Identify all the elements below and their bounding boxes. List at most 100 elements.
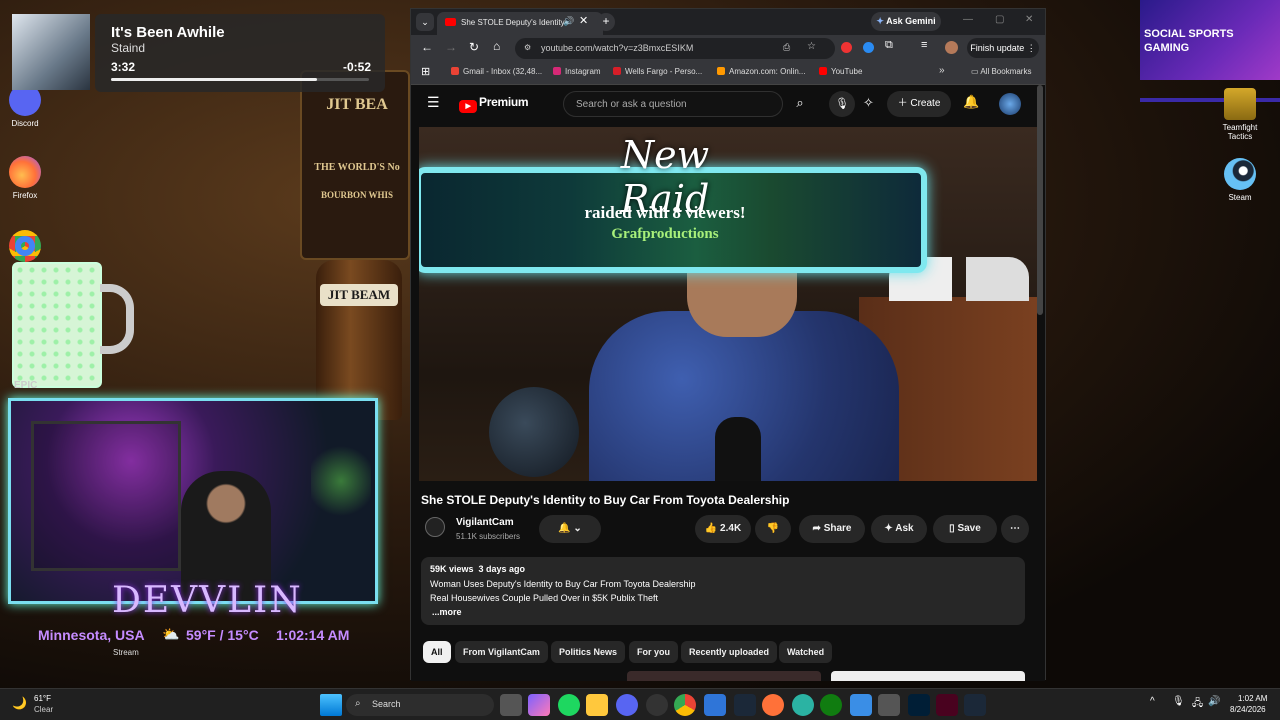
desktop-icon-discord[interactable]: Discord — [0, 84, 55, 128]
bookmark-instagram[interactable]: Instagram — [553, 67, 601, 76]
share-button[interactable]: ➦ Share — [799, 515, 865, 543]
profile-avatar[interactable] — [945, 41, 958, 54]
weather-moon-icon[interactable]: 🌙 — [12, 696, 27, 710]
photoshop-icon[interactable] — [908, 694, 930, 716]
taskbar-search[interactable]: ⌕ Search — [346, 694, 494, 716]
ai-icon[interactable]: ✧ — [863, 95, 874, 111]
finish-update-button[interactable]: Finish update ⋮ — [967, 38, 1039, 58]
notifications-bell-icon[interactable]: 🔔 — [963, 94, 979, 110]
show-more-link[interactable]: ...more — [432, 607, 462, 617]
create-button[interactable]: ＋ Create — [887, 91, 951, 117]
discord-taskbar-icon[interactable] — [616, 694, 638, 716]
taskbar-date[interactable]: 8/24/2026 — [1230, 705, 1266, 714]
home-icon[interactable]: ⌂ — [493, 39, 500, 53]
minimize-button[interactable]: — — [963, 14, 973, 25]
ask-gemini-button[interactable]: ✦ Ask Gemini — [871, 12, 941, 31]
tab-search-button[interactable]: ⌄ — [416, 13, 434, 31]
song-title: It's Been Awhile — [111, 24, 225, 41]
mug-label: EPIC — [14, 380, 38, 391]
media-icon[interactable]: ≡ — [921, 39, 927, 51]
scrollbar[interactable] — [1037, 85, 1043, 315]
new-tab-button[interactable]: + — [597, 13, 615, 31]
network-tray-icon[interactable]: 🖧 — [1192, 696, 1203, 713]
install-icon[interactable]: ⎙ — [783, 42, 790, 53]
channel-name[interactable]: VigilantCam — [456, 517, 514, 528]
tab-close-icon[interactable]: ✕ — [579, 14, 588, 27]
obs-icon[interactable] — [646, 694, 668, 716]
extensions-puzzle-icon[interactable]: ⧉ — [885, 39, 893, 52]
plus-icon: ＋ — [897, 98, 911, 109]
bookmark-youtube[interactable]: YouTube — [819, 67, 862, 76]
maximize-button[interactable]: ▢ — [995, 14, 1004, 25]
all-bookmarks[interactable]: ▭ All Bookmarks — [971, 67, 1031, 76]
apps-icon[interactable]: ⊞ — [421, 65, 430, 78]
extension-icon-red[interactable] — [841, 42, 852, 53]
tray-chevron-icon[interactable]: ^ — [1150, 696, 1155, 707]
display-icon[interactable] — [878, 694, 900, 716]
like-button[interactable]: 👍 2.4K — [695, 515, 751, 543]
chip-recently-uploaded[interactable]: Recently uploaded — [681, 641, 778, 663]
edge-icon[interactable] — [792, 694, 814, 716]
channel-avatar[interactable] — [425, 517, 445, 537]
dislike-button[interactable]: 👎 — [755, 515, 791, 543]
subscribe-bell-button[interactable]: 🔔 ⌄ — [539, 515, 601, 543]
more-actions-button[interactable]: ⋯ — [1001, 515, 1029, 543]
volume-tray-icon[interactable]: 🔊 — [1208, 696, 1220, 707]
desktop-icon-firefox[interactable]: Firefox — [0, 156, 55, 200]
reload-icon[interactable]: ↻ — [469, 40, 479, 54]
xbox-icon[interactable] — [820, 694, 842, 716]
forward-icon[interactable]: → — [445, 40, 457, 54]
bookmark-wellsfargo[interactable]: Wells Fargo - Perso... — [613, 67, 702, 76]
url-field[interactable]: ⚙ youtube.com/watch?v=z3BmxcESIKM ⎙ ☆ — [515, 38, 835, 59]
back-icon[interactable]: ← — [421, 40, 433, 54]
chip-for-you[interactable]: For you — [629, 641, 678, 663]
desktop-icon-teamfight[interactable]: Teamfight Tactics — [1210, 88, 1270, 141]
tab-audio-icon[interactable]: 🔊 — [563, 16, 574, 27]
chip-all[interactable]: All — [423, 641, 451, 663]
now-playing-widget[interactable]: It's Been Awhile Staind 3:32 -0:52 — [95, 14, 385, 92]
mic-tray-icon[interactable]: 🎙 — [1172, 696, 1185, 707]
promo-line2: GAMING — [1144, 42, 1190, 54]
taskbar-clock[interactable]: 1:02 AM — [1238, 694, 1267, 703]
raid-user: Grafproductions — [611, 226, 719, 242]
firefox-taskbar-icon[interactable] — [762, 694, 784, 716]
firefox-icon — [9, 156, 41, 188]
chip-from-channel[interactable]: From VigilantCam — [455, 641, 548, 663]
recommended-thumb-1[interactable] — [627, 671, 821, 681]
bookmarks-overflow-icon[interactable]: » — [939, 65, 945, 76]
search-button[interactable]: ⌕ — [783, 91, 817, 117]
description-line1: Woman Uses Deputy's Identity to Buy Car … — [430, 579, 696, 589]
close-window-button[interactable]: ✕ — [1025, 14, 1033, 25]
bookmark-gmail[interactable]: Gmail - Inbox (32,48... — [451, 67, 542, 76]
voice-search-icon[interactable]: 🎙 — [829, 91, 855, 117]
video-player[interactable]: New Raid raided with 8 viewers! Grafprod… — [419, 127, 1037, 481]
steam-active-icon[interactable] — [964, 694, 986, 716]
extension-icon-blue[interactable] — [863, 42, 874, 53]
bookmark-star-icon[interactable]: ☆ — [807, 41, 816, 52]
start-windows-icon[interactable] — [320, 694, 342, 716]
menu-icon[interactable]: ☰ — [427, 94, 440, 111]
steam-taskbar-icon[interactable] — [734, 694, 756, 716]
bookmark-amazon[interactable]: Amazon.com: Onlin... — [717, 67, 805, 76]
chrome-taskbar-icon[interactable] — [674, 694, 696, 716]
account-avatar[interactable] — [999, 93, 1021, 115]
search-input[interactable]: Search or ask a question — [563, 91, 783, 117]
site-info-icon: ⚙ — [524, 43, 532, 52]
store-icon[interactable] — [704, 694, 726, 716]
copilot-icon[interactable] — [528, 694, 550, 716]
all-bookmarks-label: All Bookmarks — [980, 67, 1032, 76]
photos-icon[interactable] — [850, 694, 872, 716]
file-explorer-icon[interactable] — [586, 694, 608, 716]
recommended-thumb-2[interactable] — [831, 671, 1025, 681]
task-view-icon[interactable] — [500, 694, 522, 716]
desktop-icon-steam[interactable]: Steam — [1210, 158, 1270, 202]
youtube-logo[interactable]: ▶ Premium — [459, 95, 529, 113]
chip-watched[interactable]: Watched — [779, 641, 833, 663]
description-box[interactable]: 59K views 3 days ago Woman Uses Deputy's… — [421, 557, 1025, 625]
save-button[interactable]: ▯ Save — [933, 515, 997, 543]
desktop-icon-chrome[interactable] — [0, 230, 55, 265]
indesign-icon[interactable] — [936, 694, 958, 716]
chip-politics-news[interactable]: Politics News — [551, 641, 626, 663]
ask-button[interactable]: ✦ Ask — [871, 515, 927, 543]
spotify-icon[interactable] — [558, 694, 580, 716]
